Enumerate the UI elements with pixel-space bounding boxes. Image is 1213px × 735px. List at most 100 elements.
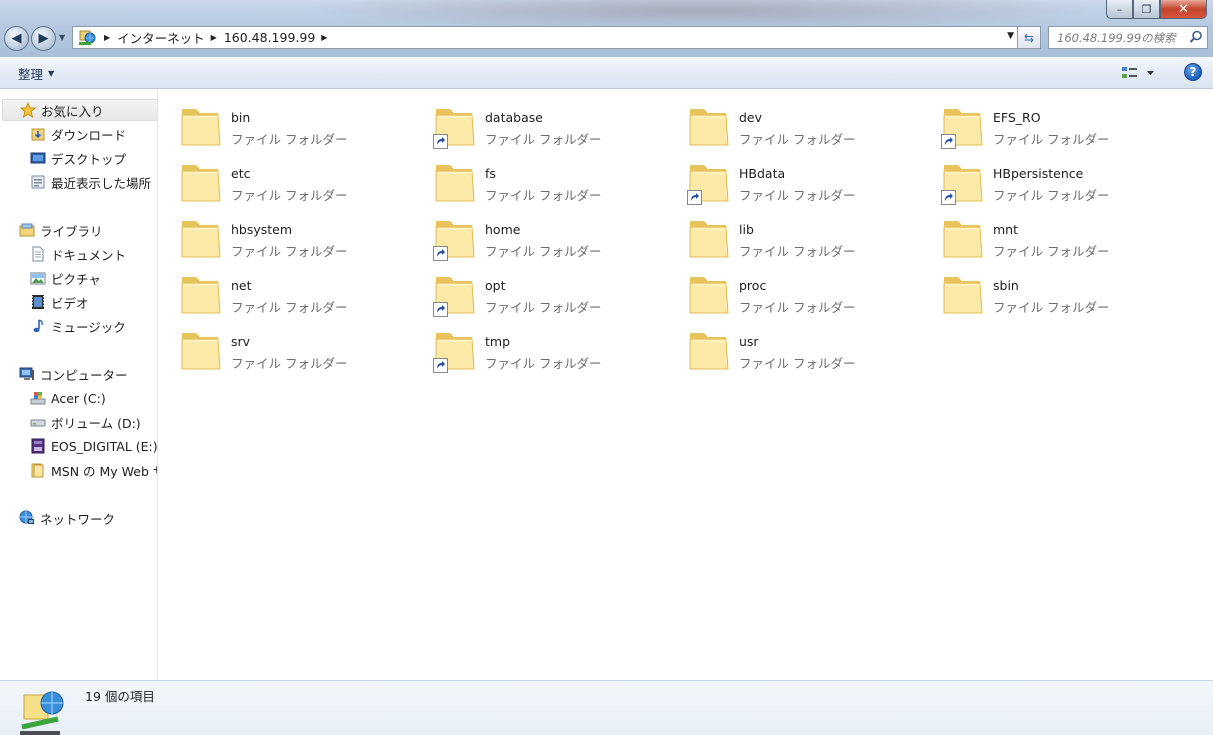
nav-label: ダウンロード [51,127,127,143]
folder-item[interactable]: proc ファイル フォルダー [667,265,917,315]
folder-item[interactable]: mnt ファイル フォルダー [921,209,1171,259]
nav-drive-e[interactable]: EOS_DIGITAL (E:) [0,435,158,457]
nav-label: デスクトップ [51,151,127,167]
breadcrumb-separator[interactable]: ▶ [321,33,327,42]
change-view-button[interactable] [1118,63,1158,83]
folder-item[interactable]: HBdata ファイル フォルダー [667,153,917,205]
folder-item[interactable]: database ファイル フォルダー [413,97,663,149]
back-button[interactable]: ◀ [4,26,29,51]
folder-icon [181,109,221,146]
nav-label: EOS_DIGITAL (E:) [51,438,158,454]
breadcrumb-internet[interactable]: インターネット [117,28,205,47]
nav-label: コンピューター [40,367,128,383]
folder-item[interactable]: bin ファイル フォルダー [159,97,409,147]
nav-desktop[interactable]: デスクトップ [0,147,126,169]
folder-type: ファイル フォルダー [485,356,602,371]
star-icon [20,102,36,118]
minimize-button[interactable]: – [1106,0,1133,19]
shortcut-arrow-icon [433,246,448,261]
folder-item[interactable]: srv ファイル フォルダー [159,321,409,371]
nav-computer[interactable]: コンピューター [0,363,128,385]
shortcut-arrow-icon [941,190,956,205]
library-icon [19,222,35,238]
folder-name: mnt [993,222,1018,237]
network-location-icon [20,691,64,735]
folder-name: proc [739,278,767,293]
folder-icon [181,165,221,202]
folder-item[interactable]: net ファイル フォルダー [159,265,409,315]
folder-icon [689,277,729,314]
nav-label: Acer (C:) [51,390,106,406]
folder-item[interactable]: etc ファイル フォルダー [159,153,409,203]
folder-item[interactable]: tmp ファイル フォルダー [413,321,663,373]
forward-button[interactable]: ▶ [31,26,56,51]
close-button[interactable]: ✕ [1160,0,1207,19]
search-box[interactable] [1048,26,1208,49]
search-input[interactable] [1057,30,1187,45]
computer-icon [19,366,35,382]
folder-name: home [485,222,521,237]
folder-item[interactable]: HBpersistence ファイル フォルダー [921,153,1171,205]
folder-name: sbin [993,278,1019,293]
folder-item[interactable]: fs ファイル フォルダー [413,153,663,203]
folder-type: ファイル フォルダー [231,356,348,371]
nav-documents[interactable]: ドキュメント [0,243,126,265]
folder-name: srv [231,334,251,349]
help-button[interactable]: ? [1184,63,1202,81]
folder-type: ファイル フォルダー [231,132,348,147]
folder-name: hbsystem [231,222,293,237]
nav-label: ネットワーク [40,511,116,527]
folder-name: EFS_RO [993,110,1041,125]
nav-music[interactable]: ミュージック [0,315,126,337]
picture-icon [30,270,46,286]
folder-item[interactable]: lib ファイル フォルダー [667,209,917,259]
refresh-button[interactable]: ⇆ [1018,26,1041,49]
view-options-icon [1122,67,1154,78]
folder-type: ファイル フォルダー [231,244,348,259]
address-history-dropdown[interactable]: ▼ [1007,31,1014,41]
folder-item[interactable]: usr ファイル フォルダー [667,321,917,371]
folder-item[interactable]: home ファイル フォルダー [413,209,663,261]
breadcrumb-separator[interactable]: ▶ [104,33,110,42]
file-list: bin ファイル フォルダー database ファイル フォルダー dev フ… [159,90,1213,680]
folder-item[interactable]: sbin ファイル フォルダー [921,265,1171,315]
folder-name: fs [485,166,496,181]
breadcrumb-host[interactable]: 160.48.199.99 [224,30,315,45]
folder-icon [181,221,221,258]
system-drive-icon [30,390,46,406]
nav-favorites[interactable]: お気に入り [2,99,157,121]
nav-downloads[interactable]: ダウンロード [0,123,126,145]
folder-icon [435,165,475,202]
nav-recent-places[interactable]: 最近表示した場所 [0,171,151,193]
folder-name: etc [231,166,251,181]
recent-places-icon [30,174,46,190]
recent-pages-dropdown[interactable]: ▼ [59,33,68,43]
folder-item[interactable]: dev ファイル フォルダー [667,97,917,147]
nav-network[interactable]: ネットワーク [0,507,115,529]
search-icon[interactable] [1189,30,1203,44]
folder-name: database [485,110,543,125]
folder-icon [30,462,46,478]
address-bar[interactable]: ▶ インターネット ▶ 160.48.199.99 ▶ ▼ [72,26,1018,49]
hard-drive-icon [30,414,46,430]
folder-item[interactable]: EFS_RO ファイル フォルダー [921,97,1171,149]
nav-msn-web[interactable]: MSN の My Web サ [0,459,157,481]
folder-item[interactable]: hbsystem ファイル フォルダー [159,209,409,259]
nav-pictures[interactable]: ピクチャ [0,267,101,289]
folder-type: ファイル フォルダー [993,132,1110,147]
nav-label: 最近表示した場所 [51,175,152,191]
network-location-icon [76,28,98,48]
nav-videos[interactable]: ビデオ [0,291,89,313]
folder-name: HBdata [739,166,786,181]
folder-item[interactable]: opt ファイル フォルダー [413,265,663,317]
forward-arrow-icon: ▶ [38,31,49,46]
window-controls: – ❐ ✕ [1106,0,1207,20]
shortcut-arrow-icon [433,302,448,317]
breadcrumb-separator[interactable]: ▶ [211,33,217,42]
music-note-icon [30,318,46,334]
nav-drive-d[interactable]: ボリューム (D:) [0,411,141,433]
maximize-button[interactable]: ❐ [1133,0,1160,19]
organize-button[interactable]: 整理 ▼ [10,63,62,83]
nav-libraries[interactable]: ライブラリ [0,219,103,241]
nav-drive-c[interactable]: Acer (C:) [0,387,106,409]
